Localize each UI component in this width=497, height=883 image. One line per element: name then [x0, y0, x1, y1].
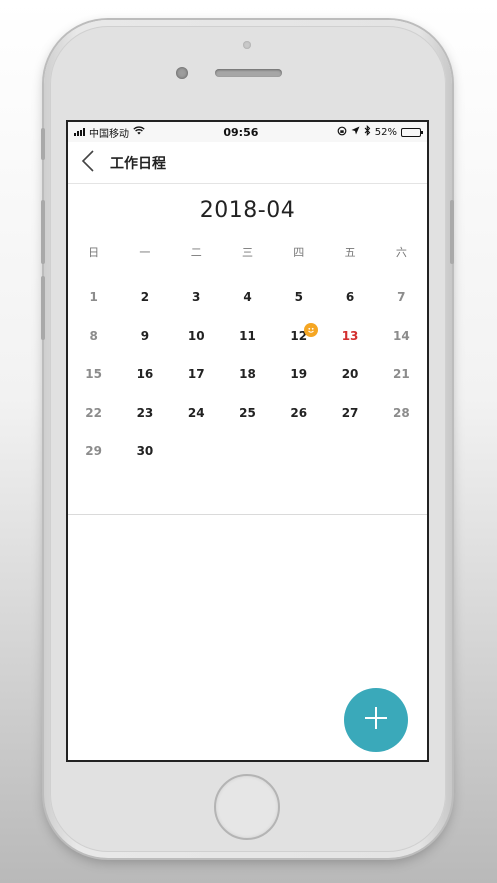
month-label: 2018-04 [199, 198, 296, 223]
smiley-face-icon [303, 322, 318, 337]
weekday-label: 六 [395, 246, 407, 259]
carrier-label: 中国移动 [89, 128, 129, 140]
calendar-day[interactable]: 3 [171, 278, 222, 317]
calendar-day-label: 28 [392, 405, 410, 420]
calendar-day-label: 21 [392, 367, 410, 382]
calendar-day-label: 25 [239, 405, 256, 420]
calendar-day[interactable]: 25 [222, 394, 273, 433]
orientation-lock-icon [337, 126, 347, 139]
nav-bar: 工作日程 [68, 142, 427, 184]
calendar-day-label: 13 [341, 328, 359, 343]
chevron-left-icon [81, 149, 95, 177]
calendar-day-label: 29 [85, 444, 102, 459]
calendar-day[interactable]: 1 [68, 278, 119, 317]
calendar-day-label: 8 [89, 328, 98, 343]
calendar-day[interactable]: 19 [273, 355, 324, 394]
calendar-day[interactable]: 29 [68, 432, 119, 471]
calendar-divider [68, 514, 427, 515]
calendar-day-label: 9 [140, 328, 150, 343]
weekday-label: 二 [190, 246, 202, 259]
wifi-icon [133, 126, 145, 138]
calendar-day[interactable]: 30 [119, 432, 170, 471]
status-bar: 中国移动 09:56 52% [68, 122, 427, 142]
calendar-day-label: 4 [243, 290, 252, 305]
calendar-day[interactable]: 7 [376, 278, 427, 317]
calendar-day-label: 3 [192, 290, 201, 305]
calendar-day[interactable]: 6 [324, 278, 375, 317]
front-camera [176, 67, 188, 79]
calendar-day-label: 17 [187, 367, 205, 382]
page-title: 工作日程 [110, 155, 166, 172]
calendar-day-label: 20 [341, 367, 359, 382]
calendar-day[interactable]: 9 [119, 317, 170, 356]
calendar-day[interactable]: 8 [68, 317, 119, 356]
calendar-day-label: 5 [294, 290, 303, 305]
calendar-day[interactable]: 11 [222, 317, 273, 356]
weekday-label: 五 [344, 246, 356, 259]
battery-icon [401, 127, 423, 137]
calendar-day-label: 11 [239, 328, 256, 343]
calendar-day[interactable]: 16 [119, 355, 170, 394]
bluetooth-icon [364, 124, 371, 139]
battery-percent: 52% [374, 126, 397, 138]
volume-down-button [41, 276, 45, 340]
calendar-day[interactable]: 21 [376, 355, 427, 394]
calendar-day-label: 1 [89, 290, 98, 305]
status-left: 中国移动 [74, 125, 145, 140]
calendar-day-label: 19 [290, 367, 308, 382]
calendar-day[interactable]: 27 [324, 394, 375, 433]
power-button [450, 200, 454, 264]
calendar-day-label: 23 [136, 405, 154, 420]
back-button[interactable] [68, 142, 108, 184]
calendar-day-label: 30 [136, 444, 154, 459]
add-schedule-button[interactable] [344, 688, 408, 752]
status-time: 09:56 [223, 125, 259, 139]
calendar-day[interactable]: 23 [119, 394, 170, 433]
weekday-label: 一 [139, 246, 151, 259]
calendar-day-label: 10 [187, 328, 205, 343]
proximity-sensor [243, 41, 251, 49]
weekday-label: 四 [293, 246, 305, 259]
calendar-day[interactable]: 24 [171, 394, 222, 433]
status-right: 52% [337, 124, 423, 139]
calendar-day-label: 18 [239, 367, 256, 382]
earpiece-speaker [215, 69, 282, 77]
calendar-day-label: 14 [392, 328, 410, 343]
calendar-day-label: 6 [345, 290, 355, 305]
calendar-day[interactable]: 15 [68, 355, 119, 394]
calendar-day-label: 22 [85, 405, 102, 420]
weekday-label: 三 [241, 246, 253, 259]
mute-switch [41, 128, 45, 160]
calendar-day[interactable]: 4 [222, 278, 273, 317]
calendar-day[interactable]: 18 [222, 355, 273, 394]
signal-icon [74, 128, 85, 136]
calendar-day-label: 27 [341, 405, 359, 420]
calendar-day-label: 16 [136, 367, 154, 382]
calendar-day[interactable]: 26 [273, 394, 324, 433]
calendar-day-label: 15 [85, 367, 102, 382]
calendar-day[interactable]: 2 [119, 278, 170, 317]
calendar-grid: 1 2 3 4 5 6 7 8 9 10 11 12 13 14 15 16 17 18 19 20 21 22 23 24 2… [68, 278, 427, 471]
calendar-day[interactable]: 5 [273, 278, 324, 317]
weekday-label: 日 [88, 246, 100, 259]
calendar-day[interactable]: 22 [68, 394, 119, 433]
calendar-day-label: 7 [397, 290, 406, 305]
calendar-day[interactable]: 14 [376, 317, 427, 356]
location-icon [351, 126, 360, 138]
calendar-day[interactable]: 10 [171, 317, 222, 356]
calendar-day-label: 26 [290, 405, 308, 420]
home-button[interactable] [214, 774, 280, 840]
calendar-day[interactable]: 13 [324, 317, 375, 356]
calendar-day-label: 2 [140, 290, 150, 305]
volume-up-button [41, 200, 45, 264]
plus-icon [363, 705, 389, 735]
weekday-header: 日一二三四五六 [68, 244, 427, 260]
calendar-day[interactable]: 28 [376, 394, 427, 433]
app-screen: 中国移动 09:56 52% 工作日程 2018-04 日 一 二 三 四 五 … [66, 120, 429, 762]
calendar-day[interactable]: 17 [171, 355, 222, 394]
calendar-day-label: 24 [187, 405, 205, 420]
calendar-day[interactable]: 20 [324, 355, 375, 394]
calendar-day[interactable]: 12 [273, 317, 324, 356]
